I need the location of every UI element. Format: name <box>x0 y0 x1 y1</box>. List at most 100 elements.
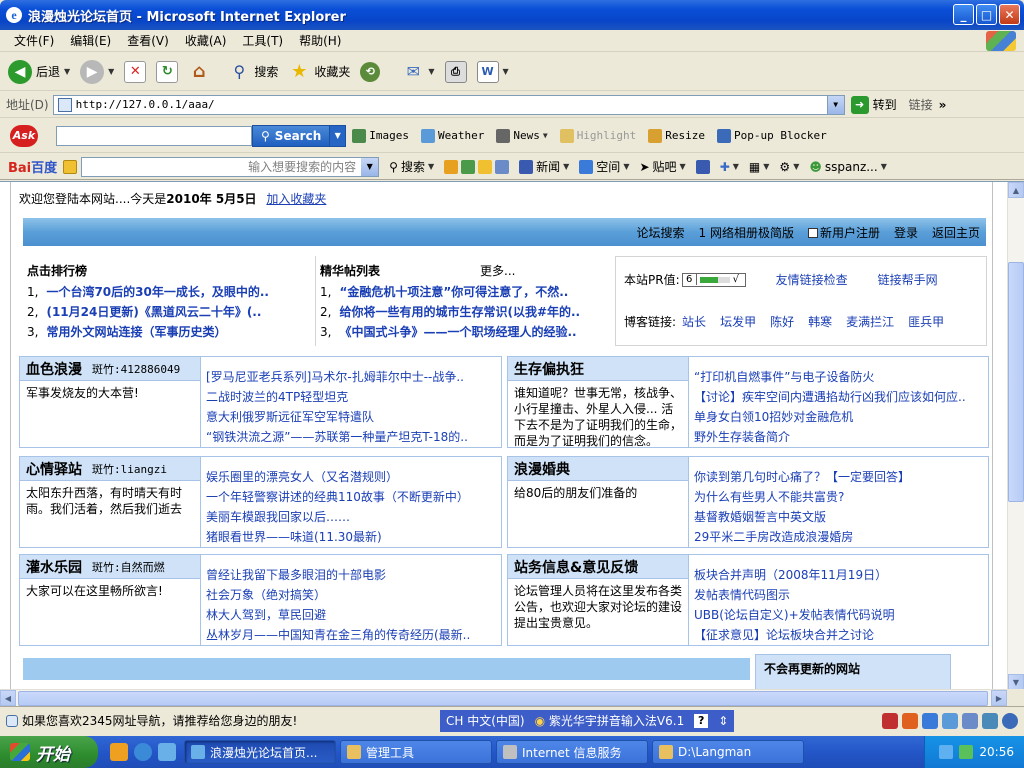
links-button[interactable]: 链接 <box>909 96 933 113</box>
nav-login[interactable]: 登录 <box>894 224 918 241</box>
ask-search-button[interactable]: ⚲ Search <box>252 124 331 147</box>
baidu-logo[interactable]: Bai百度 <box>8 157 57 176</box>
forum-post-link[interactable]: UBB(论坛自定义)+发帖表情代码说明 <box>694 605 980 625</box>
ime-bar[interactable]: CH 中文(中国) ◉ 紫光华宇拼音输入法V6.1 ? ⇕ <box>440 709 735 732</box>
scroll-down-icon[interactable]: ▼ <box>1008 674 1024 690</box>
scroll-right-icon[interactable]: ▶ <box>991 690 1007 706</box>
blog-link[interactable]: 匪兵甲 <box>908 313 944 330</box>
ask-weather-button[interactable]: Weather <box>421 128 484 143</box>
chevron-down-icon[interactable]: ▼ <box>330 124 347 147</box>
baidu-news-button[interactable]: 新闻 ▼ <box>519 158 569 175</box>
forum-post-link[interactable]: 娱乐圈里的漂亮女人（又名潜规则） <box>206 467 493 487</box>
forum-post-link[interactable]: 【征求意见】论坛板块合并之讨论 <box>694 625 980 645</box>
mail-button[interactable]: ✉ ▼ <box>402 61 435 83</box>
forum-post-link[interactable]: 二战时波兰的4TP轻型坦克 <box>206 387 493 407</box>
go-button[interactable]: ➜ 转到 <box>850 95 897 114</box>
ime-en-icon[interactable] <box>902 712 918 729</box>
baidu-space-button[interactable]: 空间 ▼ <box>579 158 629 175</box>
menu-file[interactable]: 文件(F) <box>6 32 62 49</box>
chevron-down-icon[interactable]: ▼ <box>543 131 548 140</box>
nav-home[interactable]: 返回主页 <box>932 224 980 241</box>
chevron-down-icon[interactable]: ▼ <box>428 67 434 76</box>
ask-search-input[interactable] <box>56 125 252 146</box>
elite-more-link[interactable]: 更多... <box>480 262 515 279</box>
ask-news-button[interactable]: News ▼ <box>496 128 548 143</box>
forum-name[interactable]: 血色浪漫 <box>26 359 82 379</box>
hot-list-item[interactable]: 3, 常用外文网站连接（军事历史类） <box>27 322 305 342</box>
forum-post-link[interactable]: 【讨论】疾牢空间内遭遇掐劫行凶我们应该如何应.. <box>694 387 980 407</box>
blog-link[interactable]: 陈好 <box>770 313 794 330</box>
chevron-down-icon[interactable]: ▼ <box>763 162 769 171</box>
forum-name[interactable]: 浪漫婚典 <box>514 459 570 479</box>
scroll-thumb[interactable] <box>1008 262 1024 502</box>
help-icon[interactable]: ? <box>694 713 709 728</box>
history-button[interactable]: ⟲ <box>360 61 381 82</box>
ime-simplified-icon[interactable] <box>922 712 938 729</box>
forum-post-link[interactable]: 单身女白领10招妙对金融危机 <box>694 407 980 427</box>
forum-post-link[interactable]: 社会万象（绝对搞笑） <box>206 585 493 605</box>
chevron-down-icon[interactable]: ▼ <box>623 162 629 171</box>
chevron-down-icon[interactable]: ▼ <box>64 67 70 76</box>
task-explorer[interactable]: D:\Langman <box>652 740 804 764</box>
forum-post-link[interactable]: 基督教婚姻誓言中英文版 <box>694 507 980 527</box>
forum-post-link[interactable]: 曾经让我留下最多眼泪的十部电影 <box>206 565 493 585</box>
forum-post-link[interactable]: 林大人驾到，草民回避 <box>206 605 493 625</box>
hot-list-item[interactable]: 2, (11月24日更新)《黑道风云二十年》(.. <box>27 302 305 322</box>
know-icon[interactable] <box>478 159 493 174</box>
forum-post-link[interactable]: “打印机自燃事件”与电子设备防火 <box>694 367 980 387</box>
elite-list-item[interactable]: 1, “金融危机十项注意”你可得注意了，不然.. <box>320 282 602 302</box>
minimize-button[interactable]: _ <box>953 4 974 25</box>
add-favorites-link[interactable]: 加入收藏夹 <box>266 192 326 206</box>
horizontal-scrollbar[interactable]: ◀ ▶ <box>0 689 1007 706</box>
ask-images-button[interactable]: Images <box>352 128 409 143</box>
menu-view[interactable]: 查看(V) <box>119 32 177 49</box>
ime-punct-icon[interactable] <box>942 712 958 729</box>
help-icon[interactable] <box>1002 712 1018 729</box>
close-button[interactable]: ✕ <box>999 4 1020 25</box>
forum-post-link[interactable]: 美丽车模跟我回家以后…… <box>206 507 493 527</box>
show-desktop-icon[interactable] <box>158 743 176 761</box>
nav-album[interactable]: 1 网络相册极简版 <box>699 224 794 241</box>
back-button[interactable]: ◀ 后退 ▼ <box>8 59 70 84</box>
vertical-scrollbar[interactable]: ▲ ▼ <box>1007 182 1024 690</box>
edit-button[interactable]: W ▼ <box>476 60 509 83</box>
forum-post-link[interactable]: 一个年轻警察讲述的经典110故事（不断更新中） <box>206 487 493 507</box>
forum-post-link[interactable]: 意大利俄罗斯远征军空军特遣队 <box>206 407 493 427</box>
menu-edit[interactable]: 编辑(E) <box>62 32 119 49</box>
menu-tools[interactable]: 工具(T) <box>234 32 291 49</box>
search-button[interactable]: ⚲ 搜索 <box>228 61 278 83</box>
network-icon[interactable] <box>939 745 954 759</box>
forum-name[interactable]: 生存偏执狂 <box>514 359 584 379</box>
blog-link[interactable]: 坛发甲 <box>720 313 756 330</box>
forum-name[interactable]: 站务信息&意见反馈 <box>514 557 638 577</box>
blog-link[interactable]: 麦满拦江 <box>846 313 894 330</box>
baidu-menu-icon[interactable] <box>63 159 78 174</box>
forum-post-link[interactable]: 丛林岁月——中国知青在金三角的传奇经历(最新.. <box>206 625 493 645</box>
chevron-down-icon[interactable]: ▼ <box>108 67 114 76</box>
menu-favorites[interactable]: 收藏(A) <box>177 32 235 49</box>
baidu-search-button[interactable]: ⚲ 搜索 ▼ <box>389 158 434 175</box>
forum-post-link[interactable]: 你读到第几句时心痛了？【一定要回答】 <box>694 467 980 487</box>
title-bar[interactable]: e 浪漫烛光论坛首页 - Microsoft Internet Explorer… <box>0 0 1024 30</box>
scroll-left-icon[interactable]: ◀ <box>0 690 16 706</box>
chevron-down-icon[interactable]: ▼ <box>826 95 844 114</box>
baidu-grid-button[interactable]: ▦ ▼ <box>749 160 770 174</box>
links-helper-link[interactable]: 链接帮手网 <box>878 271 938 288</box>
ask-popup-blocker-button[interactable]: Pop-up Blocker <box>717 128 827 143</box>
baidu-hi-button[interactable] <box>695 159 710 174</box>
chevron-down-icon[interactable]: ▼ <box>503 67 509 76</box>
blog-link[interactable]: 韩寒 <box>808 313 832 330</box>
forum-name[interactable]: 心情驿站 <box>26 459 82 479</box>
clock[interactable]: 20:56 <box>979 745 1014 759</box>
task-admin-tools[interactable]: 管理工具 <box>340 740 492 764</box>
blog-link[interactable]: 站长 <box>682 313 706 330</box>
baidu-user-button[interactable]: ☻ sspanz... ▼ <box>809 160 887 174</box>
task-browser[interactable]: 浪漫烛光论坛首页... <box>184 740 336 764</box>
baidu-add-button[interactable]: ✚ ▼ <box>720 160 739 174</box>
start-button[interactable]: 开始 <box>0 736 98 768</box>
forum-post-link[interactable]: 29平米二手房改造成浪漫婚房 <box>694 527 980 547</box>
image-icon[interactable] <box>461 159 476 174</box>
forum-post-link[interactable]: 猪眼看世界——味道(11.30最新) <box>206 527 493 547</box>
chevron-down-icon[interactable]: ▼ <box>361 157 379 176</box>
home-button[interactable]: ⌂ <box>188 61 210 83</box>
